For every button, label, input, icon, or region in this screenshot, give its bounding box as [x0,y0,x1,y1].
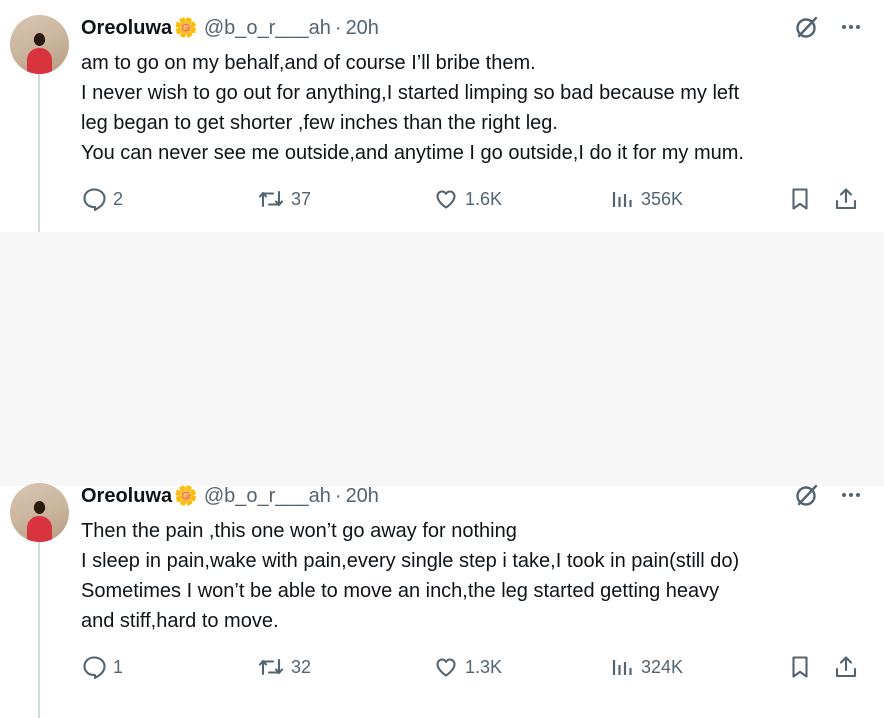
tweet-text: am to go on my behalf,and of course I’ll… [81,48,871,168]
repost-count: 37 [291,188,312,209]
tweet-text-line: and stiff,hard to move. [81,610,279,632]
thread-line [38,540,40,718]
tweet[interactable]: Oreoluwa 🌼 @b_o_r___ah · 20h am to go on… [0,0,884,232]
reply-button[interactable]: 1 [81,654,123,680]
author-name[interactable]: Oreoluwa [81,485,172,508]
author-handle[interactable]: @b_o_r___ah [204,17,331,40]
like-count: 1.6K [465,188,503,209]
views-button[interactable]: 356K [609,186,683,212]
thread-line [38,74,40,232]
avatar[interactable] [10,483,69,542]
tweet-text-line: I sleep in pain,wake with pain,every sin… [81,550,740,572]
avatar-figure-head [34,501,45,514]
avatar[interactable] [10,15,69,74]
heart-icon [436,190,456,209]
bookmark-icon [792,188,808,210]
bookmark-button[interactable] [787,186,813,212]
separator-dot: · [334,484,342,507]
tweet[interactable]: Oreoluwa 🌼 @b_o_r___ah · 20h Then the pa… [0,232,884,718]
tweet-text-line: am to go on my behalf,and of course I’ll… [81,52,536,74]
more-icon[interactable] [840,484,862,506]
avatar-figure-body [27,516,52,542]
like-count: 1.3K [465,656,503,677]
reply-count: 1 [113,656,124,677]
repost-icon [258,190,284,208]
views-button[interactable]: 324K [609,654,683,680]
repost-button[interactable]: 32 [257,654,311,680]
views-icon [612,660,632,675]
tweet-text-line: I never wish to go out for anything,I st… [81,82,740,104]
avatar-figure-head [34,33,45,46]
tweet-header: Oreoluwa 🌼 @b_o_r___ah · 20h [81,16,379,40]
flower-emoji: 🌼 [174,486,198,507]
share-button[interactable] [833,654,859,680]
tweet-actions: 2 37 1.6K 356K [81,186,861,214]
share-icon [835,188,857,210]
bookmark-button[interactable] [787,654,813,680]
timestamp[interactable]: 20h [346,485,379,508]
like-button[interactable]: 1.6K [433,186,502,212]
views-count: 324K [641,656,684,677]
tweet-text-line: Sometimes I won’t be able to move an inc… [81,580,720,602]
tweet-text-line: You can never see me outside,and anytime… [81,142,744,164]
views-count: 356K [641,188,684,209]
bookmark-icon [792,656,808,678]
reply-icon [83,656,106,680]
avatar-figure-body [27,48,52,74]
repost-button[interactable]: 37 [257,186,311,212]
timestamp[interactable]: 20h [346,17,379,40]
views-icon [612,192,632,207]
tweet-actions: 1 32 1.3K 324K [81,654,861,682]
flower-emoji: 🌼 [174,18,198,39]
tweet-header: Oreoluwa 🌼 @b_o_r___ah · 20h [81,484,379,508]
repost-count: 32 [291,656,312,677]
more-icon[interactable] [840,16,862,38]
author-name[interactable]: Oreoluwa [81,17,172,40]
heart-icon [436,658,456,677]
tweet-text: Then the pain ,this one won’t go away fo… [81,516,871,636]
separator-dot: · [334,16,342,39]
grok-icon[interactable] [794,14,820,40]
like-button[interactable]: 1.3K [433,654,502,680]
reply-button[interactable]: 2 [81,186,123,212]
share-icon [835,656,857,678]
tweet-top-actions [794,14,862,40]
author-handle[interactable]: @b_o_r___ah [204,485,331,508]
share-button[interactable] [833,186,859,212]
reply-icon [83,188,106,212]
reply-count: 2 [113,188,124,209]
tweet-text-line: leg began to get shorter ,few inches tha… [81,112,558,134]
repost-icon [258,658,284,676]
tweet-text-line: Then the pain ,this one won’t go away fo… [81,520,517,542]
